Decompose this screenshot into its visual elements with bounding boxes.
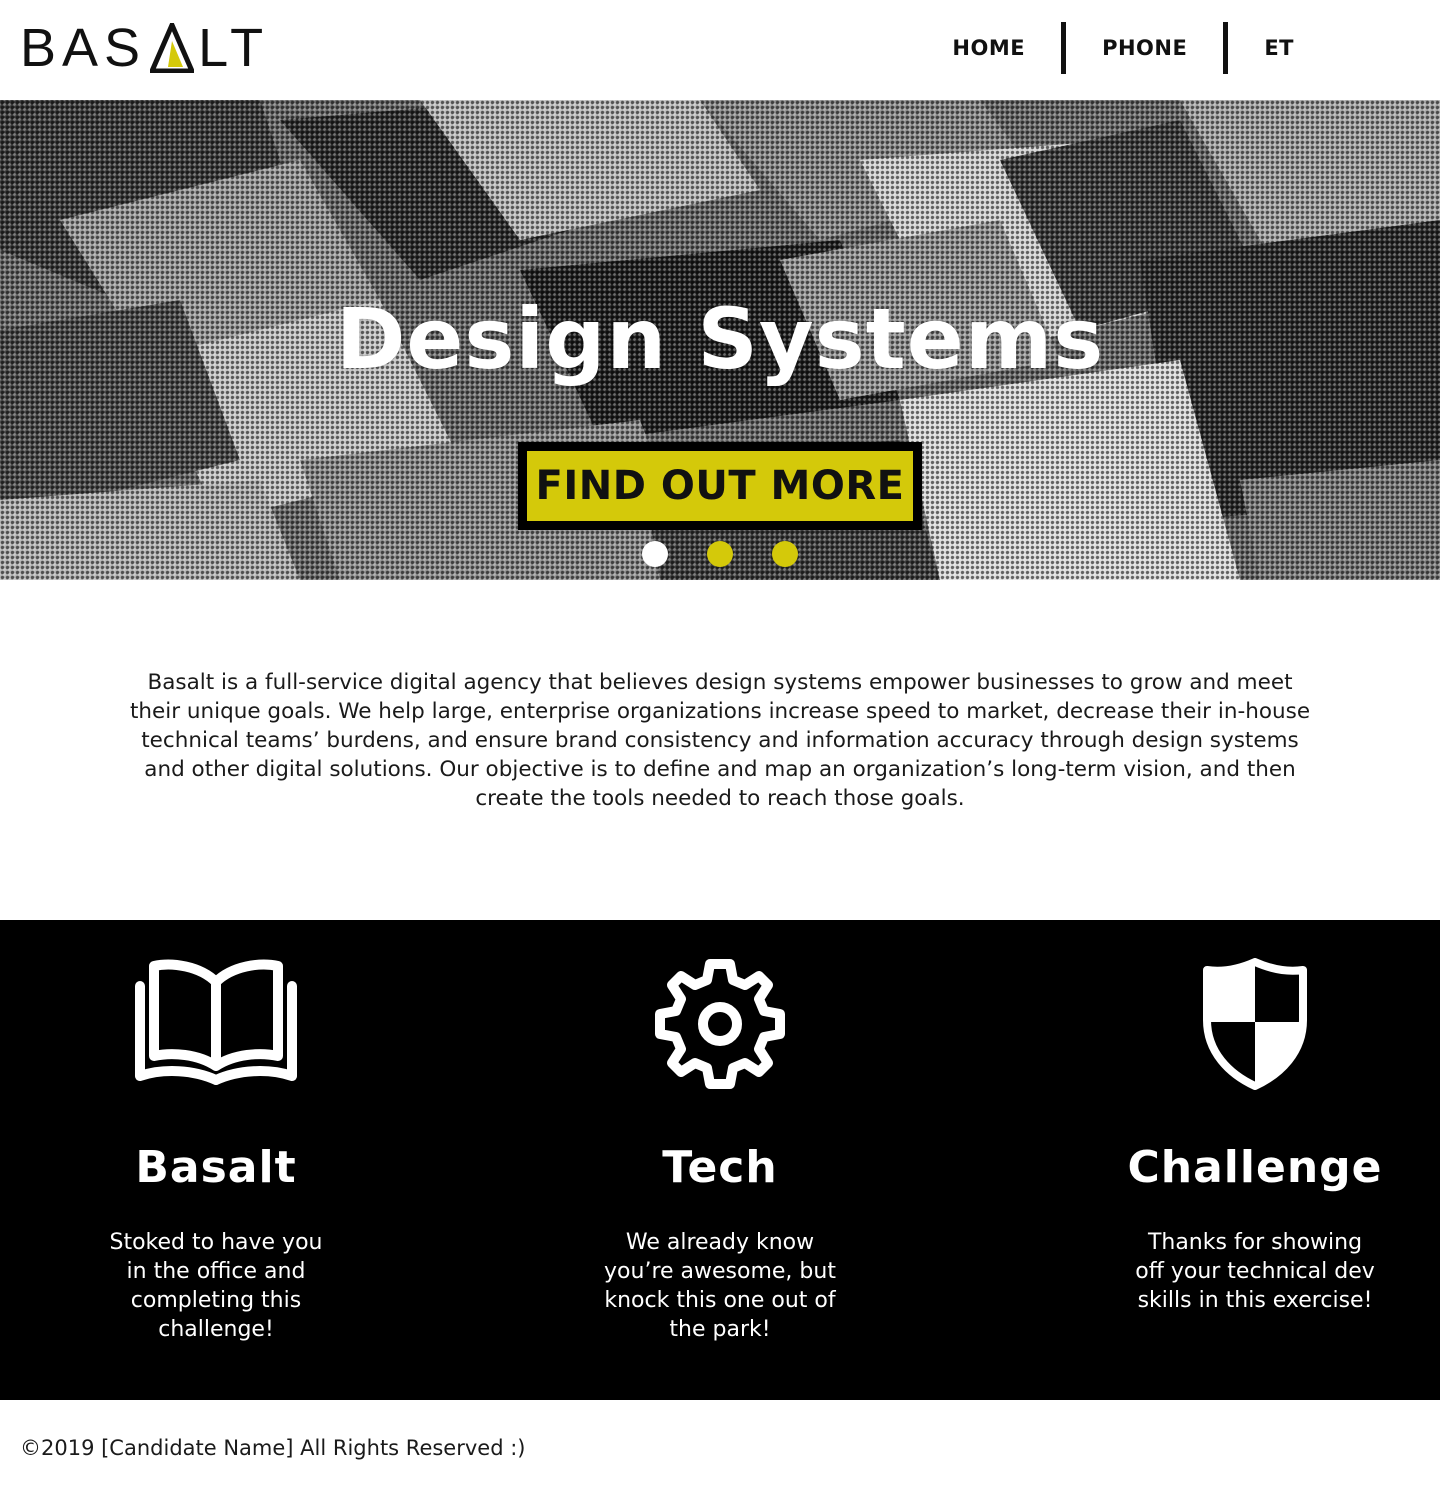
shield-icon [1055, 958, 1440, 1090]
nav-home-link[interactable]: HOME [916, 22, 1061, 74]
carousel-dot-1[interactable] [642, 541, 668, 567]
feature-text: Thanks for showing off your technical de… [1135, 1230, 1375, 1313]
hero-banner: Design Systems FIND OUT MORE [0, 100, 1440, 580]
feature-title: Tech [662, 1142, 778, 1193]
main-nav: HOME PHONE ET [916, 22, 1330, 74]
logo-triangle-icon [150, 23, 195, 73]
gear-icon [520, 958, 920, 1090]
nav-et-link[interactable]: ET [1228, 22, 1330, 74]
carousel-dot-3[interactable] [772, 541, 798, 567]
logo-wordmark: BAS LT [20, 21, 269, 75]
feature-title: Challenge [1127, 1142, 1383, 1193]
hero-title: Design Systems [335, 290, 1105, 388]
find-out-more-button[interactable]: FIND OUT MORE [518, 442, 922, 530]
footer-copyright: ©2019 [Candidate Name] All Rights Reserv… [20, 1436, 526, 1460]
about-paragraph: Basalt is a full-service digital agency … [129, 670, 1311, 811]
feature-title: Basalt [135, 1142, 297, 1193]
find-out-more-label: FIND OUT MORE [527, 451, 913, 521]
logo-text-left: BAS [20, 18, 147, 78]
nav-phone-link[interactable]: PHONE [1066, 22, 1223, 74]
feature-text: We already know you’re awesome, but knoc… [604, 1230, 836, 1342]
logo-text-right: LT [198, 18, 270, 78]
basalt-logo[interactable]: BAS LT [20, 21, 269, 75]
site-header: BAS LT HOME PHONE ET [0, 0, 1440, 100]
book-icon [16, 958, 416, 1090]
features-section: Basalt Stoked to have you in the office … [0, 920, 1440, 1400]
carousel-dot-2[interactable] [707, 541, 733, 567]
carousel-indicators [642, 541, 798, 567]
feature-text: Stoked to have you in the office and com… [109, 1230, 323, 1342]
